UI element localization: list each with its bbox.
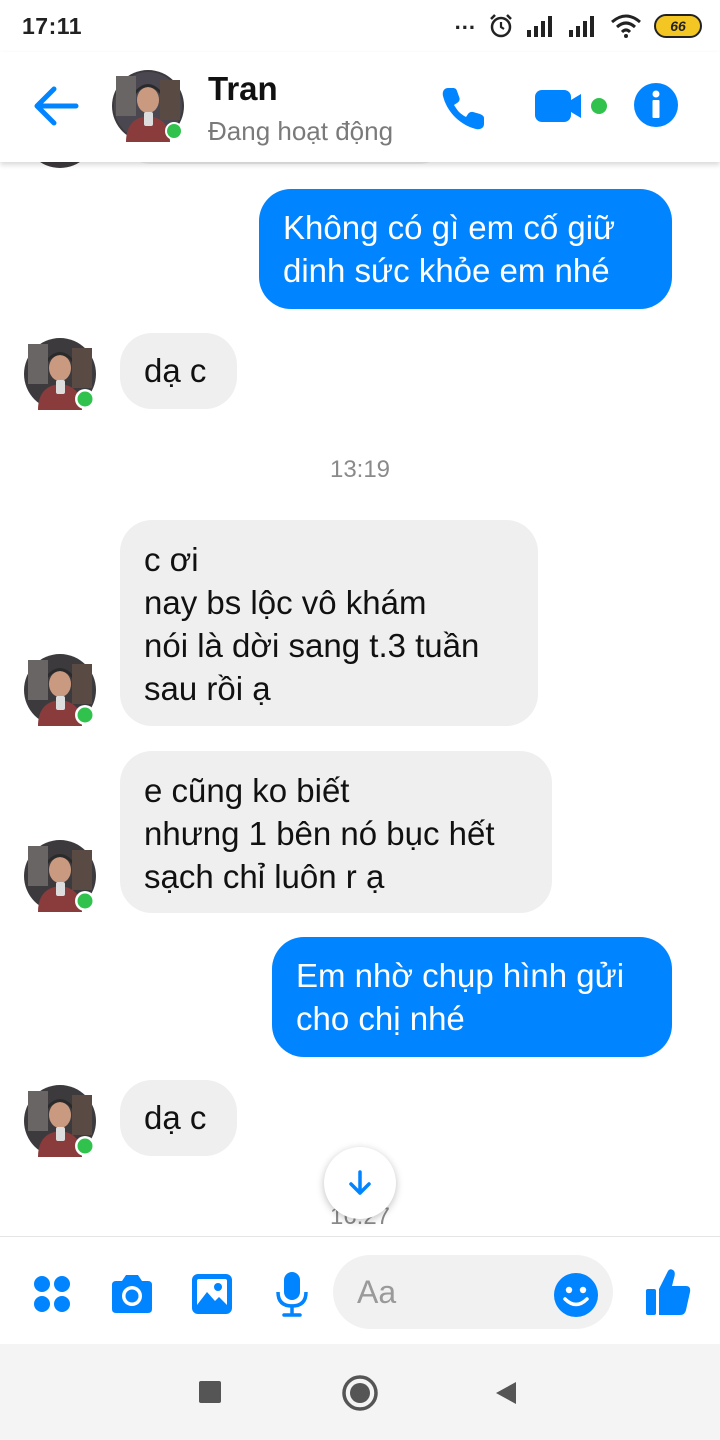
- contact-avatar[interactable]: [112, 70, 184, 142]
- contact-avatar-small[interactable]: [24, 654, 96, 726]
- contact-avatar-small[interactable]: [24, 1085, 96, 1157]
- signal-icon-2: [569, 16, 594, 37]
- wifi-icon: [611, 14, 641, 38]
- apps-icon[interactable]: [32, 1274, 72, 1314]
- message-list[interactable]: Không có gì em cố giữ dinh sức khỏe em n…: [0, 162, 720, 1234]
- home-icon[interactable]: [341, 1374, 379, 1412]
- status-time: 17:11: [22, 12, 83, 39]
- contact-status: Đang hoạt động: [208, 116, 394, 146]
- signal-icon-1: [527, 16, 552, 37]
- message-bubble-incoming[interactable]: dạ c: [120, 333, 237, 409]
- video-call-icon[interactable]: [533, 86, 613, 126]
- recent-apps-icon[interactable]: [198, 1380, 222, 1404]
- battery-indicator: 66: [654, 14, 702, 38]
- info-icon[interactable]: [633, 82, 679, 128]
- microphone-icon[interactable]: [274, 1270, 310, 1318]
- image-icon[interactable]: [190, 1272, 234, 1316]
- contact-avatar-small[interactable]: [24, 338, 96, 410]
- message-bubble-incoming[interactable]: c ơi nay bs lộc vô khám nói là dời sang …: [120, 520, 538, 726]
- message-bubble-incoming[interactable]: dạ c: [120, 1080, 237, 1156]
- message-composer: [0, 1236, 720, 1344]
- contact-avatar-small[interactable]: [24, 840, 96, 912]
- message-bubble-incoming[interactable]: e cũng ko biết nhưng 1 bên nó bục hết sạ…: [120, 751, 552, 913]
- message-timestamp: 13:19: [329, 456, 391, 483]
- phone-call-icon[interactable]: [438, 82, 490, 134]
- contact-name[interactable]: Tran: [208, 70, 278, 108]
- arrow-down-icon: [349, 1170, 371, 1195]
- status-bar: 17:11 ... 66: [0, 0, 720, 52]
- scroll-to-bottom-button[interactable]: [324, 1147, 396, 1219]
- back-icon[interactable]: [494, 1380, 518, 1406]
- more-notifications-icon: ...: [454, 9, 476, 34]
- system-navigation-bar: [0, 1344, 720, 1440]
- like-icon[interactable]: [644, 1267, 692, 1317]
- message-bubble-outgoing[interactable]: Em nhờ chụp hình gửi cho chị nhé: [272, 937, 672, 1057]
- conversation-header: Tran Đang hoạt động: [0, 52, 720, 162]
- alarm-icon: [490, 14, 512, 38]
- scrolled-bubble-fragment: [120, 162, 450, 164]
- back-arrow-icon[interactable]: [30, 84, 82, 128]
- scrolled-avatar-fragment: [24, 162, 96, 168]
- status-icons: ... 66: [454, 9, 702, 39]
- camera-icon[interactable]: [108, 1273, 156, 1315]
- emoji-icon[interactable]: [553, 1272, 599, 1318]
- message-bubble-outgoing[interactable]: Không có gì em cố giữ dinh sức khỏe em n…: [259, 189, 672, 309]
